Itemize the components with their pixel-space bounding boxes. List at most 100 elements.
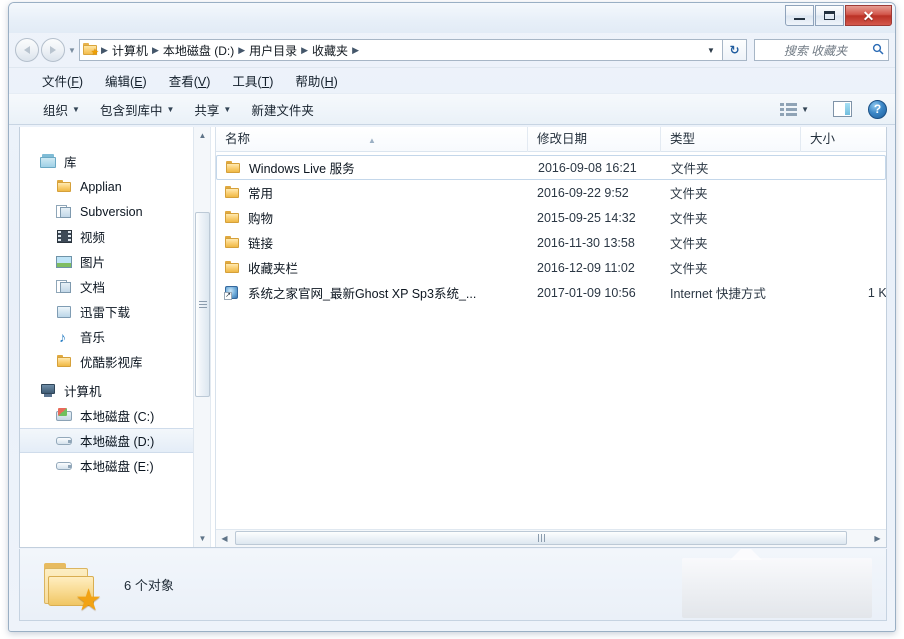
sidebar-item-drive-e[interactable]: 本地磁盘 (E:) [20, 453, 210, 478]
file-date-cell: 2017-01-09 10:56 [528, 280, 661, 305]
scrollbar-track[interactable] [233, 530, 869, 547]
file-date-cell: 2016-09-08 16:21 [529, 156, 662, 179]
file-list-horizontal-scrollbar[interactable]: ◀ ▶ [216, 529, 886, 547]
address-bar[interactable]: ★ ▶ 计算机 ▶ 本地磁盘 (D:) ▶ 用户目录 ▶ 收藏夹 ▶ ▼ [79, 39, 723, 61]
file-type-cell: 文件夹 [661, 205, 801, 230]
change-view-button[interactable]: ▼ [770, 100, 819, 119]
sidebar-item-label: 本地磁盘 (D:) [80, 431, 154, 450]
breadcrumb-item-favorites[interactable]: 收藏夹 [309, 42, 351, 59]
file-type-cell: 文件夹 [661, 180, 801, 205]
drive-icon [56, 458, 73, 473]
sidebar-item-videos[interactable]: 视频 [20, 224, 210, 249]
sidebar-item-subversion[interactable]: Subversion [20, 199, 210, 224]
file-size-cell [801, 180, 886, 205]
table-row[interactable]: Windows Live 服务 2016-09-08 16:21 文件夹 [216, 155, 886, 180]
scroll-right-icon[interactable]: ▶ [869, 530, 886, 547]
sidebar-item-applian[interactable]: Applian [20, 174, 210, 199]
maximize-button[interactable] [815, 5, 844, 26]
menu-edit[interactable]: 编辑(E) [94, 69, 158, 92]
include-in-library-label: 包含到库中 [100, 100, 163, 119]
sidebar-item-label: 计算机 [64, 381, 102, 400]
scroll-left-icon[interactable]: ◀ [216, 530, 233, 547]
table-row[interactable]: 收藏夹栏 2016-12-09 11:02 文件夹 [216, 255, 886, 280]
scroll-down-icon[interactable]: ▼ [194, 530, 210, 547]
scrollbar-thumb[interactable] [235, 531, 847, 545]
table-row[interactable]: 常用 2016-09-22 9:52 文件夹 [216, 180, 886, 205]
status-bar: ★ 6 个对象 [19, 549, 887, 621]
breadcrumb-separator: ▶ [351, 45, 360, 56]
file-name-label: 收藏夹栏 [248, 258, 298, 277]
file-rows: Windows Live 服务 2016-09-08 16:21 文件夹 常用 … [216, 152, 886, 305]
navigation-pane-scrollbar[interactable]: ▲ ▼ [193, 127, 210, 547]
include-in-library-button[interactable]: 包含到库中 ▼ [90, 97, 184, 122]
preview-pane-button[interactable] [833, 101, 852, 117]
tree-group-computer: 计算机 本地磁盘 (C:) 本地磁盘 (D:) 本地磁盘 (E:) [20, 378, 210, 478]
menu-help[interactable]: 帮助(H) [284, 69, 348, 92]
forward-button[interactable] [41, 38, 65, 62]
refresh-button[interactable]: ↻ [723, 39, 747, 61]
organize-button[interactable]: 组织 ▼ [33, 97, 90, 122]
computer-icon [40, 383, 57, 398]
sidebar-item-pictures[interactable]: 图片 [20, 249, 210, 274]
address-dropdown-icon[interactable]: ▼ [702, 46, 720, 55]
file-type-cell: 文件夹 [661, 255, 801, 280]
scrollbar-thumb[interactable] [195, 212, 210, 397]
minimize-icon [794, 18, 805, 20]
sidebar-item-label: 图片 [80, 252, 105, 271]
help-button[interactable]: ? [868, 100, 887, 119]
file-name-cell: ↗ 系统之家官网_最新Ghost XP Sp3系统_... [216, 280, 528, 305]
minimize-button[interactable] [785, 5, 814, 26]
column-header-name[interactable]: 名称 ▲ [216, 127, 528, 152]
menu-tools[interactable]: 工具(T) [221, 69, 284, 92]
breadcrumb-separator: ▶ [151, 45, 160, 56]
new-folder-button[interactable]: 新建文件夹 [241, 97, 324, 122]
column-header-type[interactable]: 类型 [661, 127, 801, 152]
search-input[interactable]: 搜索 收藏夹 [754, 39, 889, 61]
share-button[interactable]: 共享 ▼ [184, 97, 241, 122]
sidebar-item-thunder-download[interactable]: 迅雷下载 [20, 299, 210, 324]
back-button[interactable] [15, 38, 39, 62]
main-content: 库 Applian Subversion 视频 [19, 127, 887, 548]
new-folder-label: 新建文件夹 [251, 100, 314, 119]
sidebar-item-computer[interactable]: 计算机 [20, 378, 210, 403]
scroll-up-icon[interactable]: ▲ [194, 127, 210, 144]
sidebar-item-music[interactable]: ♪ 音乐 [20, 324, 210, 349]
close-button[interactable]: ✕ [845, 5, 892, 26]
tree-group-libraries: 库 Applian Subversion 视频 [20, 149, 210, 374]
menu-file[interactable]: 文件(F) [31, 69, 94, 92]
sidebar-item-youku-library[interactable]: 优酷影视库 [20, 349, 210, 374]
folder-icon [224, 260, 241, 275]
close-icon: ✕ [863, 9, 875, 23]
sidebar-item-label: 音乐 [80, 327, 105, 346]
menu-tools-key: T [262, 75, 270, 89]
column-header-size[interactable]: 大小 [801, 127, 886, 152]
sidebar-item-drive-c[interactable]: 本地磁盘 (C:) [20, 403, 210, 428]
title-bar: ✕ [9, 3, 895, 33]
file-type-cell: 文件夹 [662, 156, 802, 179]
file-name-cell: 购物 [216, 205, 528, 230]
file-name-label: 系统之家官网_最新Ghost XP Sp3系统_... [248, 283, 476, 302]
column-header-name-label: 名称 [225, 132, 250, 146]
history-dropdown-icon[interactable]: ▼ [65, 46, 79, 55]
file-name-cell: 链接 [216, 230, 528, 255]
sidebar-item-libraries[interactable]: 库 [20, 149, 210, 174]
table-row[interactable]: 购物 2015-09-25 14:32 文件夹 [216, 205, 886, 230]
column-header-date[interactable]: 修改日期 [528, 127, 661, 152]
breadcrumb-item-users[interactable]: 用户目录 [246, 42, 300, 59]
menu-view[interactable]: 查看(V) [158, 69, 222, 92]
folder-icon [224, 235, 241, 250]
table-row[interactable]: 链接 2016-11-30 13:58 文件夹 [216, 230, 886, 255]
sidebar-item-drive-d[interactable]: 本地磁盘 (D:) [20, 428, 210, 453]
breadcrumb-item-computer[interactable]: 计算机 [109, 42, 151, 59]
download-icon [56, 304, 73, 319]
sort-ascending-icon: ▲ [368, 128, 376, 152]
item-count-label: 6 个对象 [124, 575, 174, 594]
sidebar-item-label: 本地磁盘 (E:) [80, 456, 154, 475]
menu-tools-label: 工具 [232, 75, 257, 89]
breadcrumb-item-drive-d[interactable]: 本地磁盘 (D:) [160, 42, 237, 59]
favorites-folder-icon: ★ [83, 43, 99, 57]
folder-icon [224, 185, 241, 200]
table-row[interactable]: ↗ 系统之家官网_最新Ghost XP Sp3系统_... 2017-01-09… [216, 280, 886, 305]
sidebar-item-documents[interactable]: 文档 [20, 274, 210, 299]
breadcrumb-separator: ▶ [100, 45, 109, 56]
